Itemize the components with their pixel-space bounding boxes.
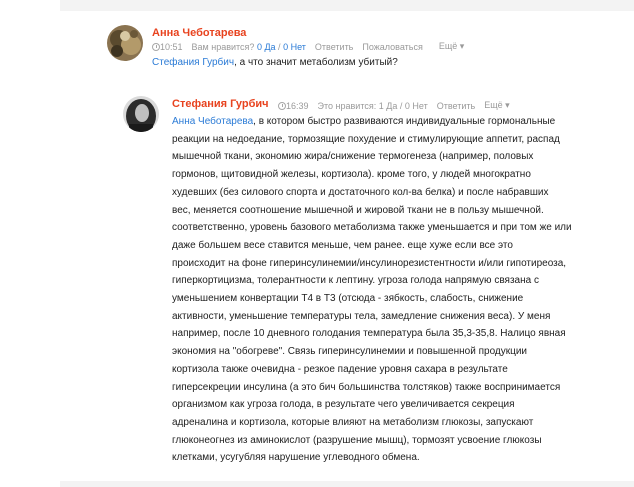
comment-line: реакции на недоедание, тормозящие похуде… bbox=[172, 133, 560, 145]
more-menu-link[interactable]: Ещё ▾ bbox=[484, 100, 509, 111]
avatar-image bbox=[123, 96, 159, 132]
comment-line: худевших (без силового спорта и достаточ… bbox=[172, 186, 549, 198]
avatar[interactable] bbox=[123, 96, 159, 132]
vote-separator: / bbox=[275, 41, 284, 52]
clock-icon bbox=[152, 42, 160, 51]
like-prompt: Вам нравится? bbox=[191, 41, 255, 52]
comment-meta: 10:51 Вам нравится? 0 Да / 0 Нет Ответит… bbox=[152, 41, 464, 52]
vote-yes-link[interactable]: 1 Да bbox=[379, 101, 398, 111]
vote-yes-link[interactable]: 0 Да bbox=[257, 42, 276, 52]
comment-line: адреналина и кортизола, которые влияют н… bbox=[172, 416, 534, 428]
more-menu-link[interactable]: Ещё ▾ bbox=[439, 41, 464, 52]
comment-time: 16:39 bbox=[286, 100, 309, 111]
comment-line: например, после 10 дневного голодания те… bbox=[172, 328, 566, 340]
comment-line: активности, уменьшение температуры тела,… bbox=[172, 310, 551, 322]
clock-icon bbox=[278, 101, 286, 110]
comment-body: , а что значит метаболизм убитый? bbox=[234, 57, 398, 68]
comment-line: гормонов, щитовидной железы, кортизола).… bbox=[172, 169, 531, 181]
comment-text: Стефания Гурбич, а что значит метаболизм… bbox=[152, 55, 398, 71]
mention-link[interactable]: Анна Чеботарева bbox=[172, 116, 253, 127]
reply-link[interactable]: Ответить bbox=[437, 101, 475, 111]
comment-line: даже большем весе ставится меньше, чем р… bbox=[172, 239, 513, 251]
vote-no-link[interactable]: 0 Нет bbox=[283, 42, 306, 52]
comment-line: гиперкортицизма, толерантности к лептину… bbox=[172, 275, 539, 287]
avatar[interactable] bbox=[107, 25, 143, 61]
comment-line: клетками, усугубляя нарушение углеводног… bbox=[172, 452, 420, 464]
comment-line-text: , в котором быстро развиваются индивидуа… bbox=[253, 116, 556, 127]
report-link[interactable]: Пожаловаться bbox=[362, 42, 422, 52]
avatar-image bbox=[107, 25, 143, 61]
comment-time: 10:51 bbox=[160, 41, 183, 52]
comment-line: уменьшением конвертации Т4 в Т3 (отсюда … bbox=[172, 293, 524, 305]
previous-comment-footer bbox=[60, 0, 634, 11]
comment-line: экономия на "обогреве". Связь гиперинсул… bbox=[172, 346, 528, 358]
comment-text: Анна Чеботарева, в котором быстро развив… bbox=[172, 113, 627, 467]
vote-no-link[interactable]: 0 Нет bbox=[405, 101, 428, 111]
comment-line: кортизола также очевидна - резкое падени… bbox=[172, 363, 508, 375]
comment-line: Анна Чеботарева, в котором быстро развив… bbox=[172, 113, 627, 131]
comment-author[interactable]: Анна Чеботарева bbox=[152, 27, 246, 39]
comment-line: мышечной ткани, экономию жира/снижение т… bbox=[172, 151, 534, 163]
comment-line: глюконеогнез из аминокислот (разрушение … bbox=[172, 434, 542, 446]
next-comment-header bbox=[60, 481, 634, 487]
vote-separator: / bbox=[397, 100, 405, 111]
comment-line: соответственно, уровень базового метабол… bbox=[172, 222, 572, 234]
reply-link[interactable]: Ответить bbox=[315, 42, 353, 52]
comment-author[interactable]: Стефания Гурбич bbox=[172, 98, 269, 110]
comment-line: происходит на фоне гиперинсулинемии/инсу… bbox=[172, 257, 567, 269]
mention-link[interactable]: Стефания Гурбич bbox=[152, 57, 234, 68]
like-prompt: Это нравится: bbox=[317, 100, 377, 111]
comment-line: гиперсекреции инсулина (а это бич больши… bbox=[172, 381, 561, 393]
comment-line: организмом как угроза голода, в результа… bbox=[172, 399, 515, 411]
comment-meta: 16:39 Это нравится: 1 Да / 0 Нет Ответит… bbox=[278, 100, 510, 111]
comment-line: вес, меняется соотношение мышечной и жир… bbox=[172, 204, 544, 216]
